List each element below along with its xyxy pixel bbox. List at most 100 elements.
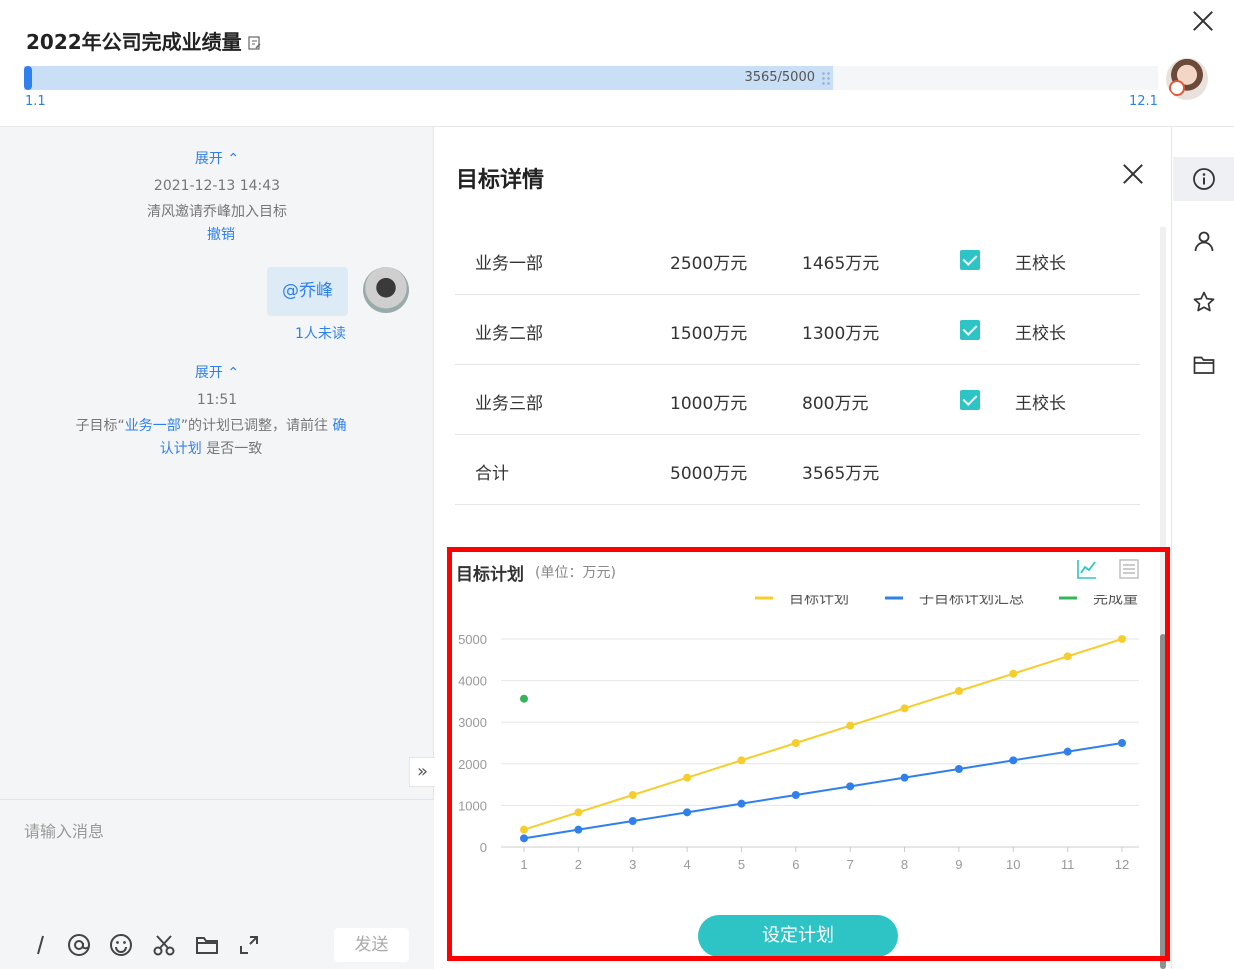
- data-point: [1118, 739, 1126, 747]
- x-tick-label: 2: [575, 857, 582, 872]
- confirm-plan-link[interactable]: 确: [332, 418, 346, 434]
- msg-mid: ”的计划已调整，请前往: [180, 418, 329, 434]
- series-line: [523, 742, 1123, 840]
- target-cell: 5000万元: [670, 464, 748, 484]
- owner-cell: 王校长: [1015, 394, 1066, 414]
- dept-cell: 业务三部: [475, 394, 543, 414]
- progress-text: 3565/5000: [744, 70, 815, 85]
- mention-icon[interactable]: [66, 932, 92, 958]
- data-point: [846, 721, 855, 730]
- goal-plan-section: 目标计划 (单位：万元) 0 1000 2000 3000 4000 5000 1 2 3 4 5 6…: [435, 545, 1171, 969]
- rail-info[interactable]: [1173, 157, 1234, 201]
- done-cell: 3565万元: [802, 464, 880, 484]
- data-point: [1063, 747, 1072, 756]
- progress-fill: 3565/5000: [24, 66, 833, 90]
- plan-unit: (单位：万元): [535, 565, 616, 581]
- data-point: [683, 773, 692, 782]
- done-cell: 1465万元: [802, 254, 880, 274]
- expand-link-2[interactable]: 展开 ⌃: [0, 362, 434, 382]
- message-input-area[interactable]: 请输入消息 发送: [0, 799, 434, 969]
- y-tick-label: 0: [480, 840, 487, 855]
- plan-title: 目标计划: [456, 560, 524, 585]
- unread-count[interactable]: 1人未读: [295, 323, 346, 343]
- chat-panel: 展开 ⌃ 2021-12-13 14:43 清风邀请乔峰加入目标 撤销 @乔峰 …: [0, 127, 435, 969]
- goal-title: 2022年公司完成业绩量: [26, 26, 262, 55]
- edit-icon[interactable]: [248, 36, 262, 50]
- data-point: [683, 808, 692, 817]
- data-point: [628, 791, 637, 799]
- owner-cell: 王校长: [1015, 254, 1066, 274]
- y-tick-label: 3000: [458, 715, 487, 730]
- rail-members[interactable]: [1173, 219, 1234, 263]
- slash-command-icon[interactable]: [28, 932, 54, 958]
- data-point: [520, 825, 528, 834]
- x-tick-label: 1: [520, 857, 527, 872]
- confirmed-checkbox[interactable]: [960, 390, 980, 410]
- x-tick-label: 10: [1006, 857, 1020, 872]
- table-row: 业务一部 2500万元 1465万元 王校长: [455, 225, 1140, 295]
- x-tick-label: 11: [1061, 857, 1075, 872]
- sender-avatar[interactable]: [363, 267, 409, 313]
- data-point: [520, 834, 528, 843]
- progress-start-date: 1.1: [25, 94, 46, 109]
- set-plan-button[interactable]: 设定计划: [698, 915, 898, 957]
- send-button[interactable]: 发送: [334, 928, 409, 962]
- legend-label: 目标计划: [789, 595, 849, 607]
- done-cell: 1300万元: [802, 324, 880, 344]
- confirmed-checkbox[interactable]: [960, 250, 980, 270]
- data-point: [791, 791, 800, 799]
- x-tick-label: 12: [1115, 857, 1129, 872]
- x-tick-label: 6: [792, 857, 799, 872]
- close-window-icon[interactable]: [1191, 9, 1215, 33]
- table-view-icon[interactable]: [1117, 557, 1141, 581]
- system-event: 清风邀请乔峰加入目标: [147, 204, 287, 220]
- data-point: [737, 799, 746, 808]
- data-point: [1063, 652, 1072, 661]
- rail-favorite[interactable]: [1173, 280, 1234, 324]
- rail-files[interactable]: [1173, 343, 1234, 387]
- collapse-panel-button[interactable]: »: [409, 757, 435, 787]
- data-point: [1009, 756, 1018, 765]
- emoji-icon[interactable]: [108, 932, 134, 958]
- message-bubble[interactable]: @乔峰: [267, 267, 348, 316]
- right-rail: [1171, 127, 1234, 969]
- progress-drag-handle[interactable]: [821, 71, 831, 85]
- dept-cell: 合计: [475, 464, 509, 484]
- data-point: [737, 756, 746, 765]
- data-point: [574, 825, 583, 834]
- data-point: [954, 765, 963, 773]
- data-point: [900, 773, 909, 782]
- data-point: [574, 808, 583, 817]
- close-detail-icon[interactable]: [1121, 162, 1145, 186]
- owner-avatar[interactable]: [1166, 58, 1208, 100]
- dept-cell: 业务二部: [475, 324, 543, 344]
- owner-cell: 王校长: [1015, 324, 1066, 344]
- confirmed-checkbox[interactable]: [960, 320, 980, 340]
- table-row: 合计 5000万元 3565万元: [455, 435, 1140, 505]
- done-cell: 800万元: [802, 394, 869, 414]
- info-icon: [1193, 168, 1215, 190]
- folder-icon[interactable]: [194, 932, 220, 958]
- line-chart-view-icon[interactable]: [1075, 557, 1099, 581]
- system-message: 子目标“业务一部”的计划已调整，请前往 确 认计划 是否一致: [0, 415, 428, 461]
- x-tick-label: 7: [847, 857, 854, 872]
- message-input[interactable]: 请输入消息: [24, 818, 104, 842]
- subgoal-link[interactable]: 业务一部: [125, 418, 181, 434]
- x-tick-label: 5: [738, 857, 745, 872]
- person-icon: [1194, 231, 1214, 252]
- data-point: [628, 817, 637, 825]
- revoke-link[interactable]: 撤销: [4, 224, 438, 244]
- expand-link[interactable]: 展开 ⌃: [0, 148, 434, 168]
- table-row: 业务三部 1000万元 800万元 王校长: [455, 365, 1140, 435]
- x-tick-label: 4: [683, 857, 690, 872]
- screenshot-icon[interactable]: [151, 932, 177, 958]
- series-line: [523, 638, 1123, 831]
- confirm-plan-link-2[interactable]: 认计划: [160, 441, 202, 457]
- data-point: [791, 739, 800, 747]
- progress-end-date: 12.1: [1129, 94, 1158, 109]
- data-point: [520, 694, 528, 703]
- x-tick-label: 9: [955, 857, 962, 872]
- expand-input-icon[interactable]: [236, 932, 262, 958]
- subgoal-table: 业务一部 2500万元 1465万元 王校长 业务二部 1500万元 1300万元 王校长 业务…: [455, 225, 1140, 505]
- x-tick-label: 3: [629, 857, 636, 872]
